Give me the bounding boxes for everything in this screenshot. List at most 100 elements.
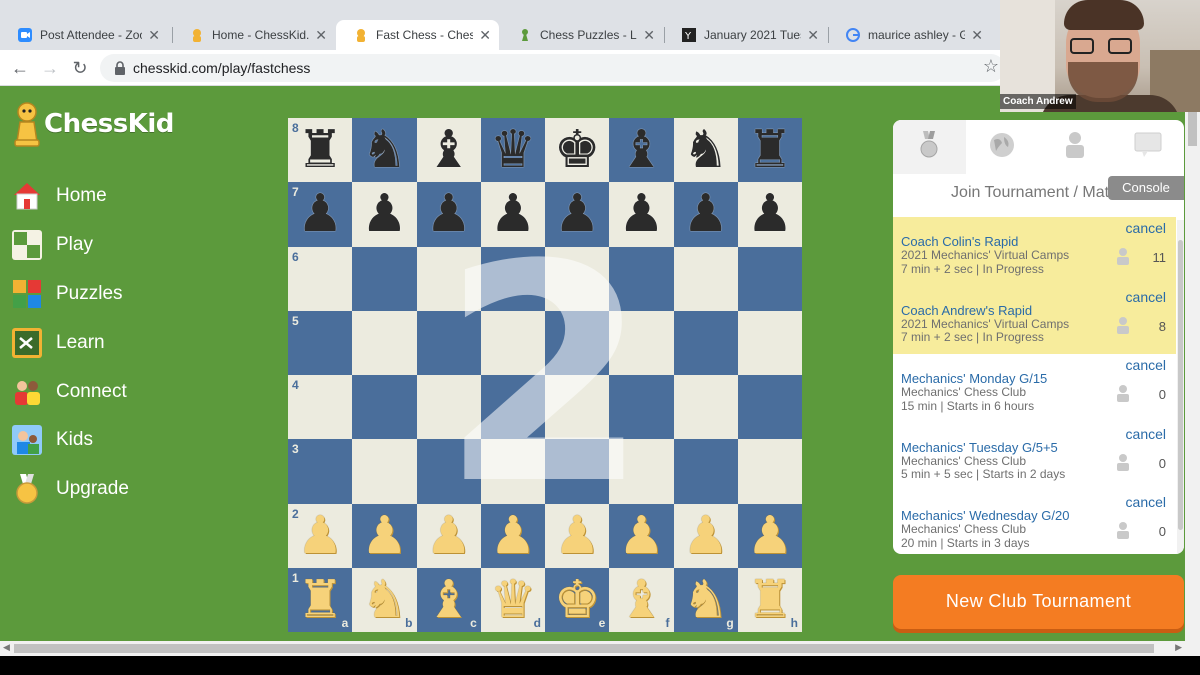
- tournament-item[interactable]: cancel Mechanics' Monday G/15 Mechanics' C…: [893, 354, 1176, 423]
- square-b5[interactable]: [352, 310, 417, 375]
- black-pawn-icon[interactable]: ♟: [490, 188, 537, 240]
- tournament-name[interactable]: Mechanics' Tuesday G/5+5: [901, 440, 1176, 455]
- tab-chess-puzzles[interactable]: Chess Puzzles - Learn ✕: [500, 20, 663, 50]
- white-pawn-icon[interactable]: ♟: [297, 510, 344, 562]
- square-a5[interactable]: 5: [288, 310, 353, 375]
- square-b3[interactable]: [352, 439, 417, 504]
- square-b2[interactable]: ♟: [352, 503, 417, 568]
- square-e6[interactable]: [545, 246, 610, 311]
- chesskid-logo[interactable]: ChessKid: [12, 100, 174, 148]
- white-pawn-icon[interactable]: ♟: [747, 510, 794, 562]
- horizontal-scrollbar[interactable]: ◀ ▶: [0, 641, 1200, 656]
- square-a2[interactable]: 2 ♟: [288, 503, 353, 568]
- square-g6[interactable]: [673, 246, 738, 311]
- close-icon[interactable]: ✕: [479, 27, 491, 44]
- square-d6[interactable]: [480, 246, 545, 311]
- chess-board[interactable]: 8 ♜ ♞ ♝ ♛ ♚ ♝ ♞ ♜ 7 ♟ ♟ ♟ ♟ ♟ ♟ ♟ ♟ 6 5 4 3 2 ♟ ♟ ♟ ♟ ♟ ♟ ♟ ♟ 1 a ♜ b ♞ c ♝ d ♛…: [288, 118, 802, 632]
- white-pawn-icon[interactable]: ♟: [361, 510, 408, 562]
- sidebar-item-play[interactable]: Play: [12, 221, 129, 270]
- sidebar-item-learn[interactable]: Learn: [12, 318, 129, 367]
- close-icon[interactable]: ✕: [148, 27, 160, 44]
- square-f1[interactable]: f ♝: [609, 567, 674, 632]
- square-b4[interactable]: [352, 375, 417, 440]
- sidebar-item-home[interactable]: Home: [12, 172, 129, 221]
- forward-arrow-icon[interactable]: →: [38, 56, 62, 80]
- square-c7[interactable]: ♟: [416, 182, 481, 247]
- square-a8[interactable]: 8 ♜: [288, 118, 353, 183]
- square-c3[interactable]: [416, 439, 481, 504]
- square-e1[interactable]: e ♚: [545, 567, 610, 632]
- square-b7[interactable]: ♟: [352, 182, 417, 247]
- square-d5[interactable]: [480, 310, 545, 375]
- square-h6[interactable]: [737, 246, 802, 311]
- page-scrollbar[interactable]: [1185, 86, 1200, 641]
- black-pawn-icon[interactable]: ♟: [361, 188, 408, 240]
- square-e7[interactable]: ♟: [545, 182, 610, 247]
- close-icon[interactable]: ✕: [971, 27, 983, 44]
- white-bishop-icon[interactable]: ♝: [425, 574, 472, 626]
- black-king-icon[interactable]: ♚: [554, 124, 601, 176]
- black-pawn-icon[interactable]: ♟: [618, 188, 665, 240]
- square-c1[interactable]: c ♝: [416, 567, 481, 632]
- square-g7[interactable]: ♟: [673, 182, 738, 247]
- square-h2[interactable]: ♟: [737, 503, 802, 568]
- square-f5[interactable]: [609, 310, 674, 375]
- panel-scrollbar[interactable]: [1177, 220, 1184, 554]
- black-queen-icon[interactable]: ♛: [490, 124, 537, 176]
- black-pawn-icon[interactable]: ♟: [747, 188, 794, 240]
- black-rook-icon[interactable]: ♜: [297, 124, 344, 176]
- white-king-icon[interactable]: ♚: [554, 574, 601, 626]
- square-f2[interactable]: ♟: [609, 503, 674, 568]
- cancel-link[interactable]: cancel: [1126, 494, 1166, 510]
- square-g1[interactable]: g ♞: [673, 567, 738, 632]
- bookmark-star-icon[interactable]: ☆: [983, 56, 999, 77]
- tab-friends[interactable]: [1039, 120, 1112, 174]
- black-knight-icon[interactable]: ♞: [682, 124, 729, 176]
- square-e8[interactable]: ♚: [545, 118, 610, 183]
- black-bishop-icon[interactable]: ♝: [618, 124, 665, 176]
- close-icon[interactable]: ✕: [643, 27, 655, 44]
- black-pawn-icon[interactable]: ♟: [682, 188, 729, 240]
- square-a6[interactable]: 6: [288, 246, 353, 311]
- sidebar-item-upgrade[interactable]: Upgrade: [12, 465, 129, 514]
- cancel-link[interactable]: cancel: [1126, 426, 1166, 442]
- square-h1[interactable]: h ♜: [737, 567, 802, 632]
- square-d3[interactable]: [480, 439, 545, 504]
- cancel-link[interactable]: cancel: [1126, 357, 1166, 373]
- sidebar-item-kids[interactable]: Kids: [12, 416, 129, 465]
- square-g4[interactable]: [673, 375, 738, 440]
- square-f7[interactable]: ♟: [609, 182, 674, 247]
- square-f3[interactable]: [609, 439, 674, 504]
- tournament-item[interactable]: cancel Mechanics' Tuesday G/5+5 Mechanics'…: [893, 423, 1176, 492]
- square-c5[interactable]: [416, 310, 481, 375]
- tournament-name[interactable]: Coach Andrew's Rapid: [901, 303, 1176, 318]
- tab-tournaments[interactable]: [893, 120, 966, 174]
- square-d4[interactable]: [480, 375, 545, 440]
- square-b6[interactable]: [352, 246, 417, 311]
- white-pawn-icon[interactable]: ♟: [618, 510, 665, 562]
- square-b8[interactable]: ♞: [352, 118, 417, 183]
- white-pawn-icon[interactable]: ♟: [425, 510, 472, 562]
- white-pawn-icon[interactable]: ♟: [554, 510, 601, 562]
- tournament-name[interactable]: Coach Colin's Rapid: [901, 234, 1176, 249]
- reload-icon[interactable]: ↻: [68, 56, 92, 80]
- scrollbar-thumb[interactable]: [1188, 106, 1197, 146]
- square-c4[interactable]: [416, 375, 481, 440]
- square-h7[interactable]: ♟: [737, 182, 802, 247]
- scroll-left-arrow-icon[interactable]: ◀: [3, 642, 10, 653]
- scrollbar-thumb[interactable]: [1178, 240, 1183, 530]
- white-queen-icon[interactable]: ♛: [490, 574, 537, 626]
- square-g3[interactable]: [673, 439, 738, 504]
- square-a4[interactable]: 4: [288, 375, 353, 440]
- white-knight-icon[interactable]: ♞: [682, 574, 729, 626]
- scrollbar-thumb[interactable]: [14, 644, 1154, 653]
- square-c2[interactable]: ♟: [416, 503, 481, 568]
- tournament-name[interactable]: Mechanics' Monday G/15: [901, 371, 1176, 386]
- black-pawn-icon[interactable]: ♟: [554, 188, 601, 240]
- square-e2[interactable]: ♟: [545, 503, 610, 568]
- square-c8[interactable]: ♝: [416, 118, 481, 183]
- square-d2[interactable]: ♟: [480, 503, 545, 568]
- close-icon[interactable]: ✕: [807, 27, 819, 44]
- tab-zoom[interactable]: Post Attendee - Zoom ✕: [0, 20, 168, 50]
- square-f4[interactable]: [609, 375, 674, 440]
